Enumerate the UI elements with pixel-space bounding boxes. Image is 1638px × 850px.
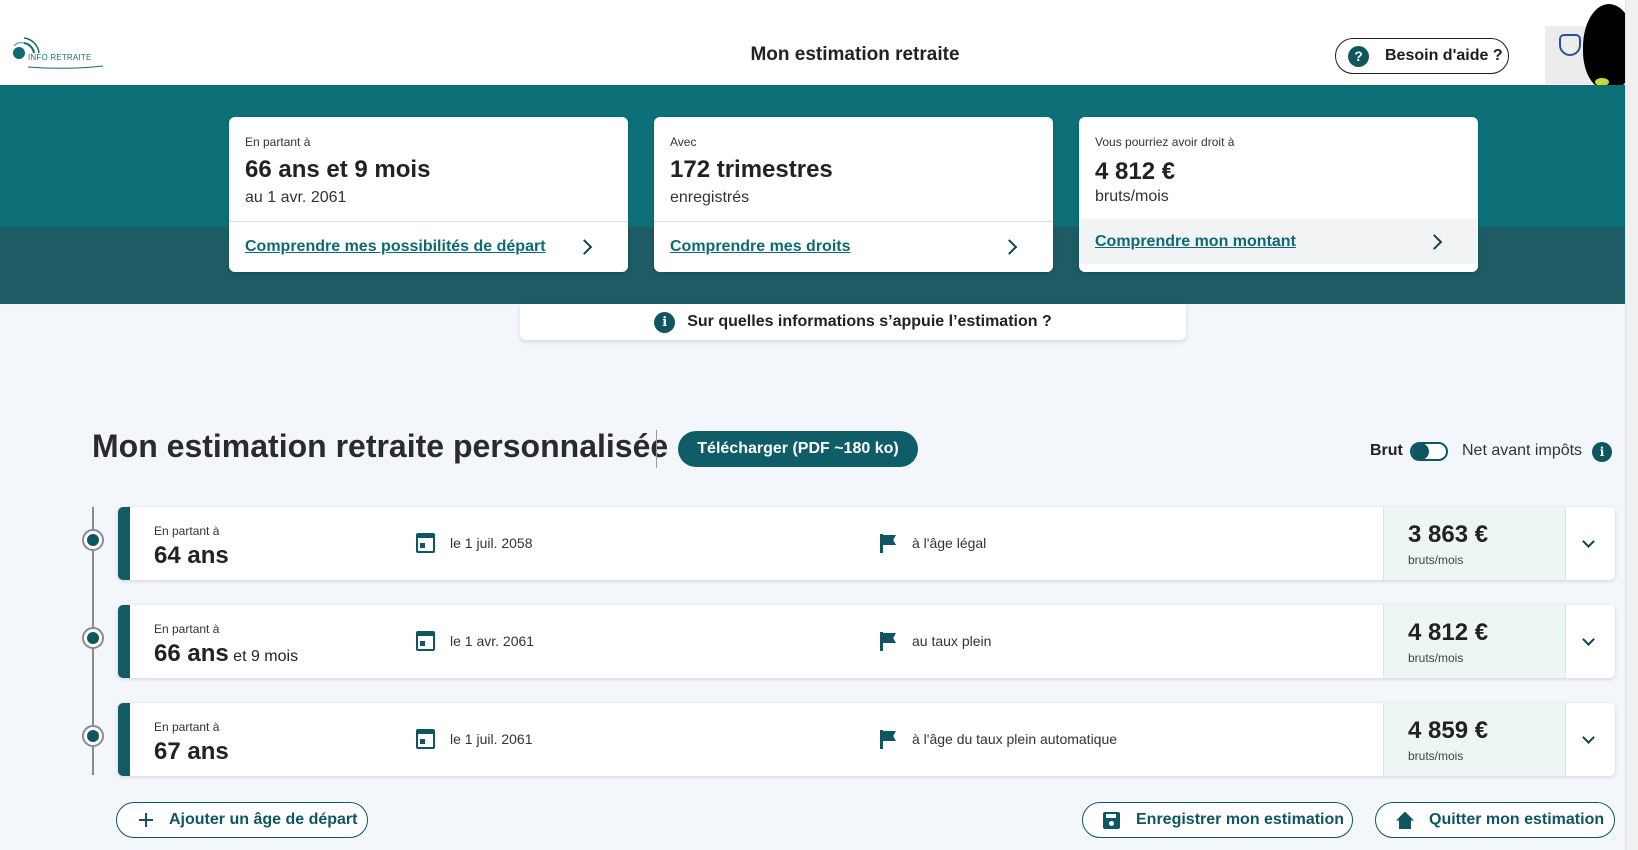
summary-card-amount: Vous pourriez avoir droit à 4 812 € brut…	[1079, 117, 1478, 272]
card-value: 172 trimestres	[670, 156, 833, 183]
add-departure-age-button[interactable]: Ajouter un âge de départ	[116, 802, 368, 838]
chevron-down-icon	[1582, 731, 1595, 744]
help-button[interactable]: ? Besoin d'aide ?	[1335, 38, 1509, 74]
row-age: 66 ans et 9 mois	[154, 640, 298, 668]
row-age-years: 64 ans	[154, 542, 229, 569]
row-amount-box: 4 812 € bruts/mois	[1383, 605, 1566, 678]
card-kicker: Vous pourriez avoir droit à	[1095, 135, 1235, 149]
calendar-icon	[416, 729, 435, 749]
card-link-label: Comprendre mon montant	[1095, 232, 1296, 250]
estimate-row-automatic-full-rate: En partant à 67 ans le 1 juil. 2061 à l'…	[118, 703, 1615, 776]
help-label: Besoin d'aide ?	[1385, 47, 1503, 64]
page-scrollbar[interactable]	[1625, 0, 1638, 850]
chevron-right-icon	[1001, 239, 1018, 255]
save-icon	[1103, 811, 1120, 829]
row-age-extra: et 9 mois	[228, 648, 299, 665]
toggle-knob	[1412, 443, 1429, 460]
quit-estimate-label: Quitter mon estimation	[1429, 811, 1605, 828]
card-kicker: Avec	[670, 135, 697, 149]
row-date: le 1 juil. 2061	[450, 731, 533, 747]
row-kicker: En partant à	[154, 720, 220, 734]
rights-link[interactable]: Comprendre mes droits	[654, 221, 1053, 272]
info-icon: i	[654, 311, 676, 333]
row-unit: bruts/mois	[1408, 749, 1464, 763]
row-amount-box: 4 859 € bruts/mois	[1383, 703, 1566, 776]
timeline-dot	[82, 529, 104, 551]
calendar-icon	[416, 533, 435, 553]
row-kicker: En partant à	[154, 524, 220, 538]
row-reason: à l'âge légal	[912, 535, 987, 551]
row-expand-button[interactable]	[1566, 605, 1615, 678]
timeline-dot	[82, 627, 104, 649]
card-value: 66 ans et 9 mois	[245, 156, 431, 183]
card-value: 4 812 €	[1095, 158, 1176, 185]
shield-icon	[1559, 34, 1581, 56]
estimate-row-full-rate: En partant à 66 ans et 9 mois le 1 avr. …	[118, 605, 1615, 678]
row-age-years: 67 ans	[154, 738, 229, 765]
brut-net-toggle[interactable]	[1410, 442, 1448, 461]
summary-card-quarters: Avec 172 trimestres enregistrés Comprend…	[654, 117, 1053, 272]
row-age: 64 ans	[154, 542, 229, 570]
info-bar-label: Sur quelles informations s’appuie l’esti…	[687, 313, 1052, 330]
card-subtext: au 1 avr. 2061	[245, 189, 347, 206]
save-estimate-button[interactable]: Enregistrer mon estimation	[1082, 802, 1353, 838]
row-unit: bruts/mois	[1408, 553, 1464, 567]
summary-card-departure: En partant à 66 ans et 9 mois au 1 avr. …	[229, 117, 628, 272]
chevron-right-icon	[576, 239, 593, 255]
chevron-down-icon	[1582, 633, 1595, 646]
row-amount: 4 859 €	[1408, 717, 1489, 744]
card-subtext: enregistrés	[670, 189, 750, 206]
amount-link[interactable]: Comprendre mon montant	[1079, 219, 1478, 264]
quit-estimate-button[interactable]: Quitter mon estimation	[1375, 802, 1615, 838]
card-link-label: Comprendre mes possibilités de départ	[245, 238, 546, 255]
chevron-down-icon	[1582, 535, 1595, 548]
calendar-icon	[416, 631, 435, 651]
row-age: 67 ans	[154, 738, 229, 766]
card-link-label: Comprendre mes droits	[670, 238, 851, 255]
estimate-row-legal-age: En partant à 64 ans le 1 juil. 2058 à l'…	[118, 507, 1615, 580]
row-expand-button[interactable]	[1566, 703, 1615, 776]
row-kicker: En partant à	[154, 622, 220, 636]
add-departure-age-label: Ajouter un âge de départ	[169, 811, 358, 828]
top-header: INFO RETRAITE Mon estimation retraite ? …	[0, 0, 1638, 90]
row-date: le 1 avr. 2061	[450, 633, 535, 649]
chevron-right-icon	[1426, 233, 1443, 250]
row-expand-button[interactable]	[1566, 507, 1615, 580]
row-amount: 4 812 €	[1408, 619, 1489, 646]
flag-icon	[880, 534, 896, 553]
row-accent	[118, 703, 130, 776]
timeline-dot	[82, 725, 104, 747]
row-age-years: 66 ans	[154, 640, 229, 667]
row-accent	[118, 507, 130, 580]
row-amount-box: 3 863 € bruts/mois	[1383, 507, 1566, 580]
flag-icon	[880, 730, 896, 749]
departure-options-link[interactable]: Comprendre mes possibilités de départ	[229, 221, 628, 272]
row-date: le 1 juil. 2058	[450, 535, 533, 551]
row-reason: à l'âge du taux plein automatique	[912, 731, 1118, 747]
row-amount: 3 863 €	[1408, 521, 1489, 548]
card-kicker: En partant à	[245, 135, 311, 149]
save-estimate-label: Enregistrer mon estimation	[1136, 811, 1345, 828]
row-unit: bruts/mois	[1408, 651, 1464, 665]
flag-icon	[880, 632, 896, 651]
section-title: Mon estimation retraite personnalisée	[92, 428, 669, 464]
net-label: Net avant impôts	[1462, 442, 1583, 459]
row-accent	[118, 605, 130, 678]
download-pdf-button[interactable]: Télécharger (PDF ~180 ko)	[678, 431, 918, 467]
card-subtext: bruts/mois	[1095, 188, 1169, 205]
brut-label: Brut	[1370, 442, 1403, 459]
divider	[656, 430, 657, 468]
home-icon	[1396, 811, 1414, 829]
net-info-icon[interactable]: i	[1592, 442, 1612, 462]
row-reason: au taux plein	[912, 633, 992, 649]
plus-icon	[139, 813, 153, 827]
estimation-info-button[interactable]: i Sur quelles informations s’appuie l’es…	[520, 304, 1186, 340]
account-area[interactable]	[1545, 4, 1635, 90]
help-icon: ?	[1348, 45, 1369, 67]
